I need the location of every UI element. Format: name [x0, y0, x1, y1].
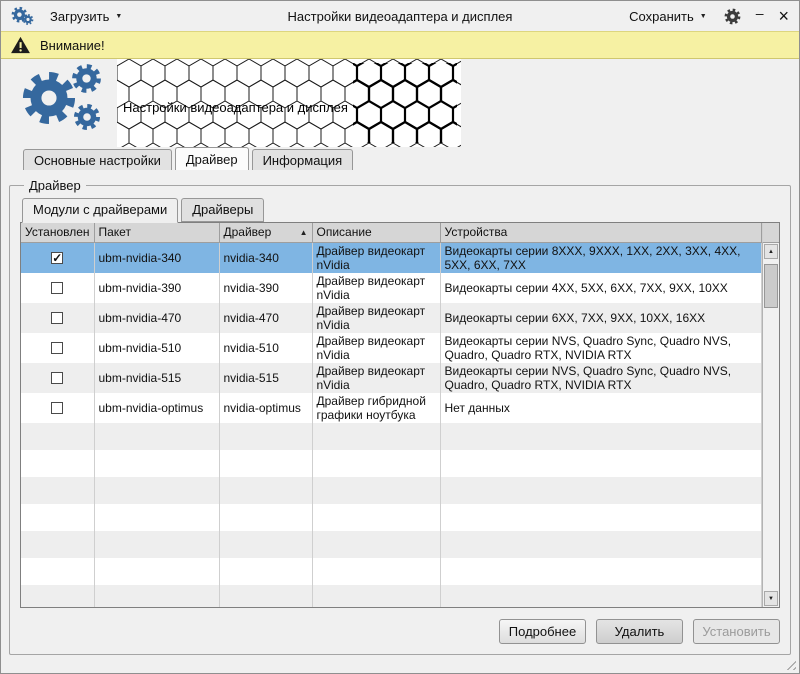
empty-row	[21, 477, 762, 504]
subtab-drivers[interactable]: Драйверы	[181, 198, 264, 222]
empty-row	[21, 531, 762, 558]
cell-driver: nvidia-470	[219, 303, 312, 333]
app-gears-icon	[11, 6, 39, 27]
col-header-driver[interactable]: Драйвер ▲	[219, 223, 312, 242]
cell-devices: Видеокарты серии 4XX, 5XX, 6XX, 7XX, 9XX…	[440, 273, 762, 303]
sort-ascending-icon: ▲	[300, 228, 308, 237]
cell-devices: Видеокарты серии 8XXX, 9XXX, 1XX, 2XX, 3…	[440, 242, 762, 273]
installed-checkbox[interactable]	[51, 372, 63, 384]
tab-driver[interactable]: Драйвер	[175, 147, 249, 170]
cell-package: ubm-nvidia-470	[94, 303, 219, 333]
cell-driver: nvidia-515	[219, 363, 312, 393]
details-button[interactable]: Подробнее	[499, 619, 586, 644]
cell-package: ubm-nvidia-510	[94, 333, 219, 363]
scroll-up-button[interactable]: ▲	[764, 244, 778, 259]
table-row[interactable]: ubm-nvidia-optimus nvidia-optimus Драйве…	[21, 393, 762, 423]
cell-driver: nvidia-390	[219, 273, 312, 303]
cell-description: Драйвер видеокарт nVidia	[312, 273, 440, 303]
scrollbar-corner	[762, 223, 779, 243]
cell-driver: nvidia-optimus	[219, 393, 312, 423]
cell-description: Драйвер видеокарт nVidia	[312, 333, 440, 363]
driver-subtabbar: Модули с драйверами Драйверы	[22, 198, 780, 222]
cell-description: Драйвер видеокарт nVidia	[312, 303, 440, 333]
settings-gear-button[interactable]	[724, 8, 741, 25]
empty-row	[21, 450, 762, 477]
cell-devices: Видеокарты серии 6XX, 7XX, 9XX, 10XX, 16…	[440, 303, 762, 333]
driver-modules-table-frame: Установлен Пакет Драйвер ▲ Описание Устр…	[20, 222, 780, 608]
action-button-row: Подробнее Удалить Установить	[20, 608, 780, 646]
page-title: Настройки видеоадаптера и дисплея	[123, 100, 348, 115]
table-row[interactable]: ubm-nvidia-390 nvidia-390 Драйвер видеок…	[21, 273, 762, 303]
installed-checkbox[interactable]	[51, 312, 63, 324]
cell-description: Драйвер видеокарт nVidia	[312, 363, 440, 393]
col-header-package[interactable]: Пакет	[94, 223, 219, 242]
cell-package: ubm-nvidia-340	[94, 242, 219, 273]
cell-driver: nvidia-510	[219, 333, 312, 363]
empty-row	[21, 423, 762, 450]
col-header-devices[interactable]: Устройства	[440, 223, 762, 242]
gear-icon	[724, 8, 741, 25]
tab-information[interactable]: Информация	[252, 149, 354, 170]
driver-modules-table: Установлен Пакет Драйвер ▲ Описание Устр…	[21, 223, 762, 608]
warning-text: Внимание!	[40, 38, 105, 53]
statusbar	[1, 655, 799, 673]
main-tabbar: Основные настройки Драйвер Информация	[1, 147, 799, 170]
subtab-driver-modules[interactable]: Модули с драйверами	[22, 198, 178, 223]
app-logo	[13, 61, 117, 145]
installed-checkbox[interactable]	[51, 252, 63, 264]
installed-checkbox[interactable]	[51, 342, 63, 354]
gear-icon	[21, 70, 77, 126]
cell-devices: Видеокарты серии NVS, Quadro Sync, Quadr…	[440, 333, 762, 363]
scroll-down-button[interactable]: ▼	[764, 591, 778, 606]
cell-package: ubm-nvidia-optimus	[94, 393, 219, 423]
warning-icon	[10, 36, 31, 54]
cell-devices: Видеокарты серии NVS, Quadro Sync, Quadr…	[440, 363, 762, 393]
cell-devices: Нет данных	[440, 393, 762, 423]
table-row[interactable]: ubm-nvidia-340 nvidia-340 Драйвер видеок…	[21, 242, 762, 273]
scrollbar-thumb[interactable]	[764, 264, 778, 308]
cell-description: Драйвер гибридной графики ноутбука	[312, 393, 440, 423]
install-button[interactable]: Установить	[693, 619, 780, 644]
close-button[interactable]: ×	[778, 8, 789, 24]
dropdown-arrow-icon: ▼	[115, 13, 122, 20]
table-header-row: Установлен Пакет Драйвер ▲ Описание Устр…	[21, 223, 762, 242]
tab-basic-settings[interactable]: Основные настройки	[23, 149, 172, 170]
driver-group-label: Драйвер	[24, 178, 86, 193]
window-title: Настройки видеоадаптера и дисплея	[161, 9, 639, 24]
col-header-installed[interactable]: Установлен	[21, 223, 94, 242]
empty-row	[21, 504, 762, 531]
table-row[interactable]: ubm-nvidia-510 nvidia-510 Драйвер видеок…	[21, 333, 762, 363]
installed-checkbox[interactable]	[51, 282, 63, 294]
table-row[interactable]: ubm-nvidia-470 nvidia-470 Драйвер видеок…	[21, 303, 762, 333]
warning-banner: Внимание!	[1, 31, 799, 59]
minimize-button[interactable]: –	[756, 8, 764, 18]
save-menu-label: Сохранить	[629, 9, 694, 24]
col-header-description[interactable]: Описание	[312, 223, 440, 242]
cell-package: ubm-nvidia-515	[94, 363, 219, 393]
cell-driver: nvidia-340	[219, 242, 312, 273]
load-menu-button[interactable]: Загрузить ▼	[48, 7, 124, 26]
header-area: Настройки видеоадаптера и дисплея	[1, 59, 799, 147]
remove-button[interactable]: Удалить	[596, 619, 683, 644]
table-row[interactable]: ubm-nvidia-515 nvidia-515 Драйвер видеок…	[21, 363, 762, 393]
empty-row	[21, 558, 762, 585]
vertical-scrollbar: ▲ ▼	[762, 243, 779, 607]
gear-icon	[73, 103, 101, 131]
scrollbar-track[interactable]	[764, 260, 778, 590]
cell-description: Драйвер видеокарт nVidia	[312, 242, 440, 273]
resize-grip[interactable]	[783, 657, 796, 670]
load-menu-label: Загрузить	[50, 9, 109, 24]
dropdown-arrow-icon: ▼	[700, 13, 707, 20]
titlebar: Загрузить ▼ Настройки видеоадаптера и ди…	[1, 1, 799, 31]
installed-checkbox[interactable]	[51, 402, 63, 414]
empty-row	[21, 585, 762, 609]
cell-package: ubm-nvidia-390	[94, 273, 219, 303]
gear-icon	[71, 63, 102, 94]
driver-groupbox: Драйвер Модули с драйверами Драйверы Уст…	[9, 178, 791, 655]
save-menu-button[interactable]: Сохранить ▼	[627, 7, 709, 26]
app-window: Загрузить ▼ Настройки видеоадаптера и ди…	[0, 0, 800, 674]
